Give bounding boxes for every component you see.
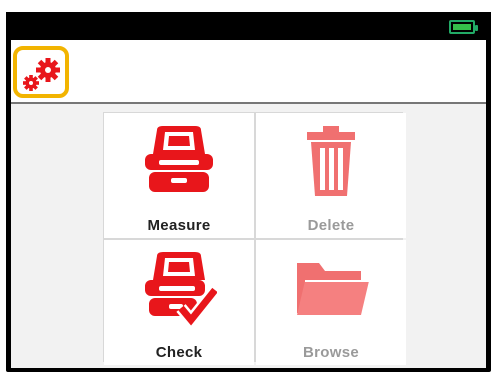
toolbar (11, 40, 486, 104)
device-frame: Measure Delete Check Browse (6, 12, 491, 372)
measure-device-icon (139, 121, 219, 201)
main-menu: Measure Delete Check Browse (11, 104, 486, 368)
trash-icon (291, 121, 371, 201)
menu-grid: Measure Delete Check Browse (103, 112, 406, 365)
check-label: Check (155, 344, 203, 361)
browse-label: Browse (303, 344, 359, 361)
check-tile[interactable]: Check (104, 240, 254, 365)
check-device-icon (139, 248, 219, 328)
folder-icon (291, 248, 371, 328)
measure-label: Measure (147, 217, 211, 234)
delete-label: Delete (307, 217, 355, 234)
settings-button[interactable] (13, 46, 69, 98)
status-bar (6, 12, 491, 40)
gears-icon (23, 58, 60, 91)
browse-tile[interactable]: Browse (256, 240, 406, 365)
measure-tile[interactable]: Measure (104, 113, 254, 238)
battery-full-icon (449, 20, 478, 34)
screen: Measure Delete Check Browse (11, 40, 486, 368)
delete-tile[interactable]: Delete (256, 113, 406, 238)
